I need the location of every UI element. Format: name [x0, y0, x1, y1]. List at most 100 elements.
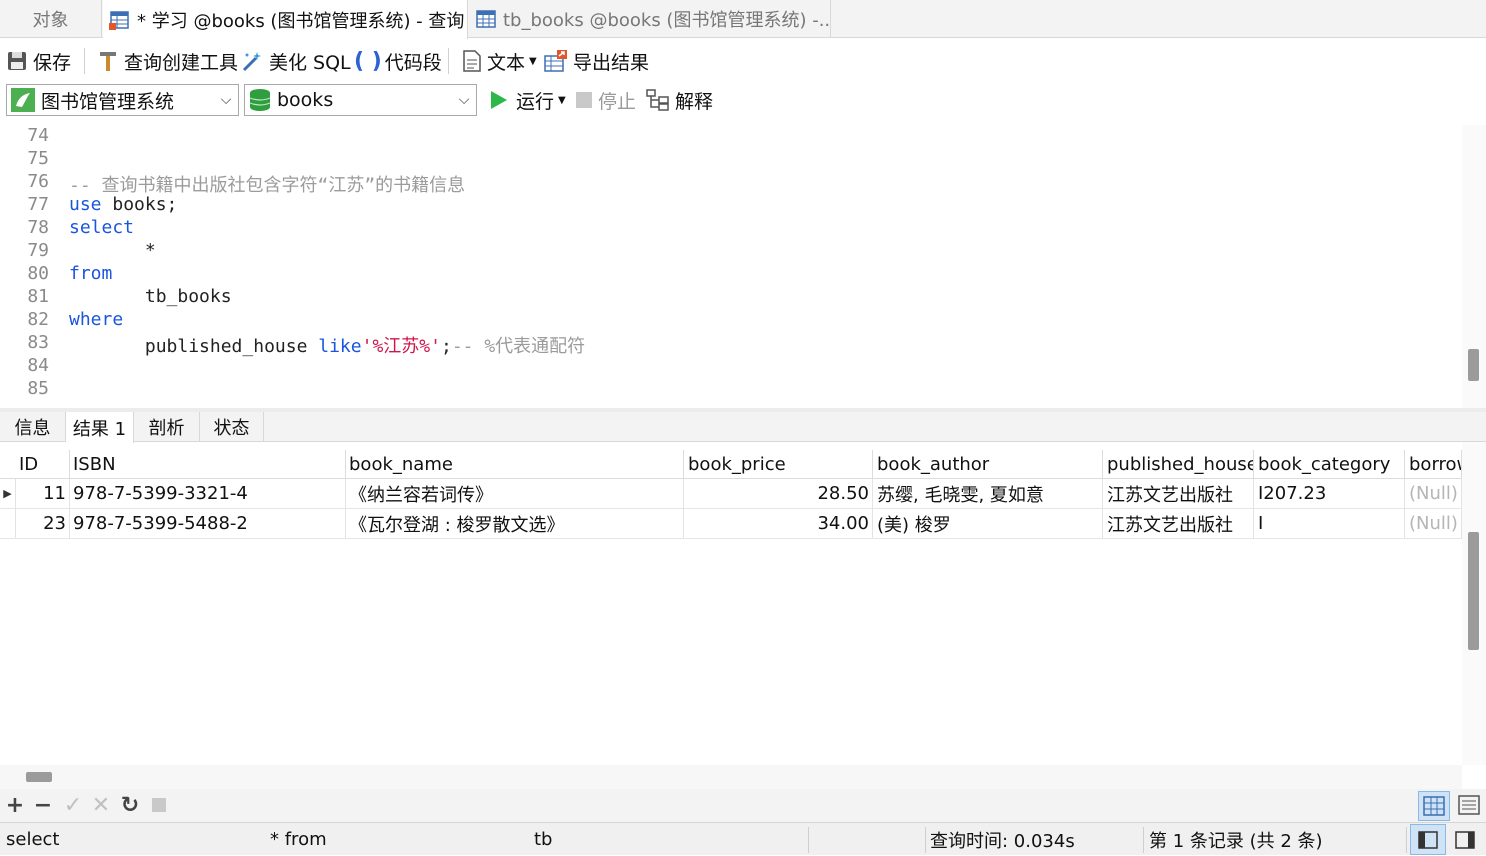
column-header[interactable]: published_house: [1104, 450, 1254, 478]
column-header[interactable]: borrow: [1406, 450, 1462, 478]
result-grid[interactable]: ID ISBN book_name book_price book_author publ…: [0, 450, 1462, 765]
stop-button[interactable]: 停止: [575, 82, 636, 118]
editor-line[interactable]: 81 tb_books: [0, 286, 1462, 309]
tab-query[interactable]: * 学习 @books (图书馆管理系统) - 查询: [103, 0, 468, 39]
query-builder-button[interactable]: 查询创建工具: [97, 42, 238, 80]
table-cell[interactable]: 《瓦尔登湖 : 梭罗散文选》: [346, 509, 684, 538]
current-row-indicator-icon[interactable]: ▶: [0, 479, 16, 508]
editor-line[interactable]: 74: [0, 125, 1462, 148]
table-cell[interactable]: 23: [16, 509, 70, 538]
database-value: books: [277, 89, 334, 111]
status-divider: [808, 827, 809, 853]
table-cell[interactable]: 978-7-5399-3321-4: [70, 479, 346, 508]
column-header[interactable]: book_category: [1255, 450, 1405, 478]
toolbar-divider: [448, 48, 449, 74]
toolbar-divider: [84, 48, 85, 74]
line-number: 84: [27, 355, 49, 376]
tab-objects[interactable]: 对象: [0, 0, 102, 38]
code-token-comment: -- %代表通配符: [451, 336, 586, 357]
toggle-left-panel-button[interactable]: [1410, 824, 1446, 855]
tab-status[interactable]: 状态: [200, 412, 264, 442]
sql-editor[interactable]: 74 75 76 -- 查询书籍中出版社包含字符“江苏”的书籍信息 77 use book…: [0, 125, 1462, 408]
export-results-button[interactable]: 导出结果: [544, 42, 649, 80]
column-header[interactable]: book_author: [874, 450, 1103, 478]
tab-bar: 对象 * 学习 @books (图书馆管理系统) - 查询 tb_books @…: [0, 0, 1486, 39]
connection-value: 图书馆管理系统: [41, 90, 175, 113]
column-header[interactable]: book_name: [346, 450, 684, 478]
editor-line[interactable]: 76 -- 查询书籍中出版社包含字符“江苏”的书籍信息: [0, 171, 1462, 196]
editor-line[interactable]: 77 use books;: [0, 194, 1462, 217]
row-selector[interactable]: [0, 509, 16, 538]
chevron-down-icon: ▼: [558, 94, 566, 106]
column-header[interactable]: ID: [16, 450, 70, 478]
database-select[interactable]: books ⌵: [244, 84, 477, 116]
table-cell[interactable]: 苏缨, 毛晓雯, 夏如意: [874, 479, 1103, 508]
document-icon: [463, 50, 481, 72]
beautify-sql-button[interactable]: 美化 SQL: [240, 42, 351, 80]
add-record-button[interactable]: +: [3, 793, 27, 818]
table-cell[interactable]: 28.50: [685, 479, 873, 508]
editor-line[interactable]: 78 select: [0, 217, 1462, 240]
tab-info[interactable]: 信息: [0, 412, 66, 442]
tab-profile-label: 剖析: [148, 418, 185, 439]
discard-changes-button[interactable]: ✕: [89, 793, 113, 818]
run-button[interactable]: 运行 ▼: [490, 82, 566, 118]
table-cell[interactable]: (美) 梭罗: [874, 509, 1103, 538]
table-cell[interactable]: (Null): [1406, 479, 1462, 508]
editor-line[interactable]: 79 *: [0, 240, 1462, 263]
delete-record-button[interactable]: −: [31, 793, 55, 818]
column-header[interactable]: ISBN: [70, 450, 346, 478]
form-view-button[interactable]: [1456, 793, 1482, 817]
grid-horizontal-scrollbar-thumb[interactable]: [26, 772, 52, 782]
line-number: 81: [27, 286, 49, 307]
text-mode-button[interactable]: 文本 ▼: [462, 42, 537, 80]
table-icon: [476, 10, 496, 28]
table-row[interactable]: 23 978-7-5399-5488-2 《瓦尔登湖 : 梭罗散文选》 34.00 (美…: [0, 509, 1462, 539]
status-record-count: 第 1 条记录 (共 2 条): [1149, 830, 1323, 852]
apply-changes-button[interactable]: ✓: [61, 792, 85, 818]
table-cell[interactable]: 11: [16, 479, 70, 508]
editor-line[interactable]: 82 where: [0, 309, 1462, 332]
line-number: 85: [27, 378, 49, 399]
database-icon: [249, 89, 271, 111]
snippet-label: 代码段: [384, 51, 442, 74]
toggle-right-panel-button[interactable]: [1450, 823, 1480, 856]
tab-table[interactable]: tb_books @books (图书馆管理系统) -...: [469, 0, 831, 38]
editor-line[interactable]: 85: [0, 378, 1462, 401]
tab-profile[interactable]: 剖析: [134, 412, 200, 442]
code-token-text: tb_books: [69, 286, 232, 307]
table-cell[interactable]: (Null): [1406, 509, 1462, 538]
editor-line[interactable]: 75: [0, 148, 1462, 171]
check-icon: ✓: [63, 792, 83, 818]
tab-result-1[interactable]: 结果 1: [66, 412, 134, 443]
table-cell[interactable]: I: [1255, 509, 1405, 538]
grid-view-icon: [1423, 796, 1445, 816]
table-row[interactable]: ▶ 11 978-7-5399-3321-4 《纳兰容若词传》 28.50 苏缨, 毛晓雯…: [0, 479, 1462, 509]
table-cell[interactable]: 《纳兰容若词传》: [346, 479, 684, 508]
stop-icon: [152, 798, 166, 812]
explain-button[interactable]: 解释: [646, 82, 713, 118]
table-cell[interactable]: 江苏文艺出版社: [1104, 509, 1254, 538]
connection-toolbar: 图书馆管理系统 ⌵ books ⌵ 运行 ▼ 停止 解释: [0, 82, 1486, 118]
editor-line[interactable]: 84: [0, 355, 1462, 378]
table-cell[interactable]: I207.23: [1255, 479, 1405, 508]
explain-label: 解释: [675, 90, 714, 113]
grid-horizontal-scrollbar[interactable]: [0, 765, 1462, 789]
column-header[interactable]: book_price: [685, 450, 873, 478]
stop-refresh-button[interactable]: [147, 793, 171, 817]
refresh-button[interactable]: ↻: [118, 793, 142, 818]
table-cell[interactable]: 978-7-5399-5488-2: [70, 509, 346, 538]
editor-scrollbar-thumb[interactable]: [1468, 349, 1479, 381]
tab-objects-label: 对象: [32, 10, 69, 31]
line-number: 82: [27, 309, 49, 330]
table-cell[interactable]: 34.00: [685, 509, 873, 538]
editor-line[interactable]: 80 from: [0, 263, 1462, 286]
table-cell[interactable]: 江苏文艺出版社: [1104, 479, 1254, 508]
line-number: 78: [27, 217, 49, 238]
grid-vertical-scrollbar-thumb[interactable]: [1468, 532, 1479, 650]
save-button[interactable]: 保存: [6, 42, 71, 80]
snippet-button[interactable]: ( ) 代码段: [354, 42, 442, 80]
grid-view-button[interactable]: [1418, 791, 1450, 821]
connection-select[interactable]: 图书馆管理系统 ⌵: [6, 84, 239, 116]
editor-line[interactable]: 83 published_house like'%江苏%';-- %代表通配符: [0, 332, 1462, 357]
